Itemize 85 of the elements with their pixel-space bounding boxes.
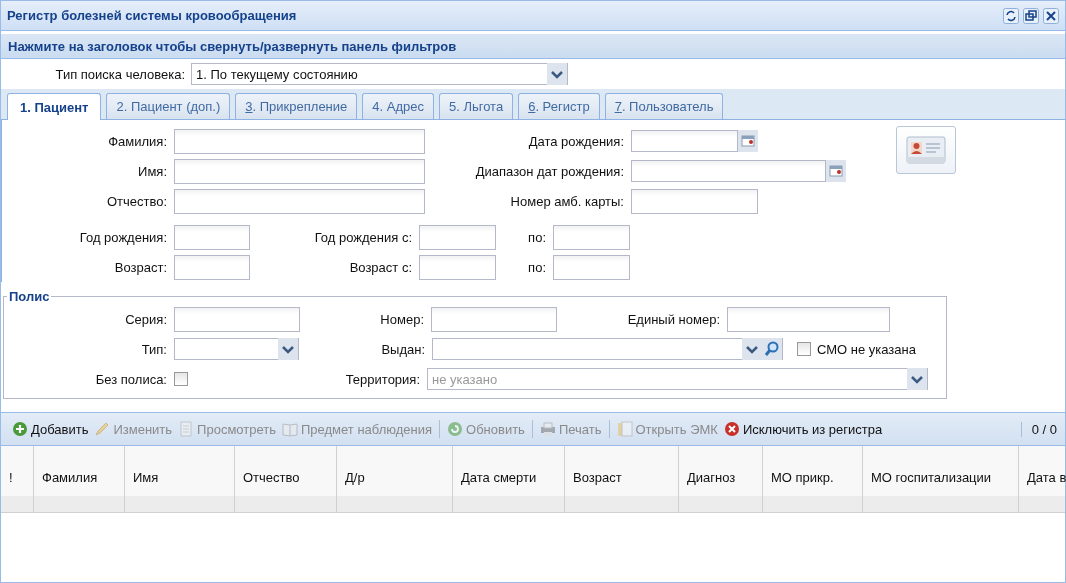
text-field[interactable] bbox=[174, 224, 250, 250]
text-field[interactable] bbox=[553, 254, 630, 280]
field-label: Номер амб. карты: bbox=[509, 193, 625, 209]
text-field[interactable] bbox=[174, 128, 425, 154]
field-label: Серия: bbox=[124, 311, 168, 327]
document-icon bbox=[178, 421, 195, 437]
tab[interactable]: 3. Прикрепление bbox=[235, 93, 358, 119]
dropdown-icon[interactable] bbox=[278, 338, 298, 360]
column-header[interactable]: Д/р bbox=[337, 446, 453, 512]
field-label: Отчество: bbox=[105, 193, 168, 209]
column-header[interactable]: Отчество bbox=[235, 446, 337, 512]
date-field[interactable] bbox=[631, 130, 758, 152]
column-header[interactable]: Дата смерти bbox=[453, 446, 565, 512]
tab[interactable]: 7. Пользователь bbox=[604, 93, 724, 119]
text-field[interactable] bbox=[419, 224, 496, 250]
checkbox[interactable] bbox=[174, 372, 188, 386]
field-label: Год рождения с: bbox=[313, 229, 413, 245]
field-label: Возраст с: bbox=[348, 259, 413, 275]
field-label: Имя: bbox=[137, 163, 168, 179]
field-label: Без полиса: bbox=[94, 371, 168, 387]
field-label: Дата рождения: bbox=[527, 133, 625, 149]
column-header[interactable]: Дата в bbox=[1019, 446, 1066, 512]
dropdown-field[interactable]: 1. По текущему состоянию bbox=[191, 63, 568, 85]
toolbar-button[interactable]: Исключить из регистра bbox=[720, 421, 886, 437]
tab[interactable]: 2. Пациент (доп.) bbox=[106, 93, 231, 119]
column-header[interactable]: МО госпитализации bbox=[863, 446, 1019, 512]
dropdown-icon[interactable] bbox=[907, 368, 927, 390]
column-header[interactable]: Диагноз bbox=[679, 446, 763, 512]
text-field[interactable] bbox=[174, 158, 425, 184]
id-card-icon bbox=[906, 136, 946, 164]
book-icon bbox=[282, 421, 298, 437]
restore-icon[interactable] bbox=[1023, 7, 1039, 24]
tab[interactable]: 4. Адрес bbox=[362, 93, 434, 119]
lookup-field[interactable] bbox=[432, 338, 783, 360]
text-field[interactable] bbox=[553, 224, 630, 250]
text-field[interactable] bbox=[174, 306, 300, 332]
field-label: Год рождения: bbox=[78, 229, 168, 245]
column-header[interactable]: МО прикр. bbox=[763, 446, 863, 512]
tab[interactable]: 1. Пациент bbox=[7, 93, 102, 120]
group-title: Полис bbox=[8, 289, 51, 304]
refresh-icon[interactable] bbox=[1003, 7, 1019, 24]
close-icon[interactable] bbox=[1043, 7, 1059, 24]
search-icon[interactable] bbox=[762, 338, 782, 360]
field-label: по: bbox=[527, 259, 547, 275]
dropdown-icon[interactable] bbox=[742, 338, 762, 360]
calendar-icon[interactable] bbox=[738, 130, 758, 152]
id-card-button[interactable] bbox=[896, 126, 956, 174]
column-header[interactable]: Возраст bbox=[565, 446, 679, 512]
checkbox-label: СМО не указана bbox=[817, 341, 916, 357]
column-header[interactable]: Фамилия bbox=[34, 446, 125, 512]
panel-header[interactable]: Нажмите на заголовок чтобы свернуть/развернуть панель фильтров bbox=[1, 34, 1065, 59]
dropdown-field[interactable] bbox=[174, 338, 299, 360]
text-field[interactable] bbox=[631, 188, 758, 214]
field-label: Тип: bbox=[140, 341, 168, 357]
printer-icon bbox=[539, 421, 556, 437]
refresh-icon bbox=[447, 421, 464, 437]
folder-icon bbox=[616, 421, 633, 437]
field-label: Фамилия: bbox=[107, 133, 168, 149]
column-header[interactable]: ! bbox=[1, 446, 34, 512]
text-field[interactable] bbox=[727, 306, 890, 332]
field-label: Выдан: bbox=[380, 341, 426, 357]
field-label: Тип поиска человека: bbox=[54, 66, 186, 82]
text-field[interactable] bbox=[419, 254, 496, 280]
calendar-icon[interactable] bbox=[826, 160, 846, 182]
text-field[interactable] bbox=[431, 306, 557, 332]
column-header[interactable]: Имя bbox=[125, 446, 235, 512]
paging-info: 0 / 0 bbox=[1020, 421, 1065, 437]
tab[interactable]: 5. Льгота bbox=[438, 93, 514, 119]
delete-icon bbox=[723, 421, 740, 437]
toolbar-button[interactable]: Добавить bbox=[9, 421, 92, 437]
field-label: Диапазон дат рождения: bbox=[474, 163, 625, 179]
field-label: Территория: bbox=[344, 371, 421, 387]
add-icon bbox=[12, 421, 28, 437]
text-field[interactable] bbox=[174, 254, 250, 280]
date-field[interactable] bbox=[631, 160, 846, 182]
text-field[interactable] bbox=[174, 188, 425, 214]
window-title: Регистр болезней системы кровообращения bbox=[7, 8, 298, 23]
tab[interactable]: 6. Регистр bbox=[518, 93, 600, 119]
pencil-icon bbox=[94, 421, 111, 437]
dropdown-icon[interactable] bbox=[547, 63, 567, 85]
field-label: Номер: bbox=[379, 311, 425, 327]
checkbox[interactable] bbox=[797, 342, 811, 356]
field-label: Единый номер: bbox=[626, 311, 721, 327]
field-label: Возраст: bbox=[113, 259, 168, 275]
field-label: по: bbox=[527, 229, 547, 245]
